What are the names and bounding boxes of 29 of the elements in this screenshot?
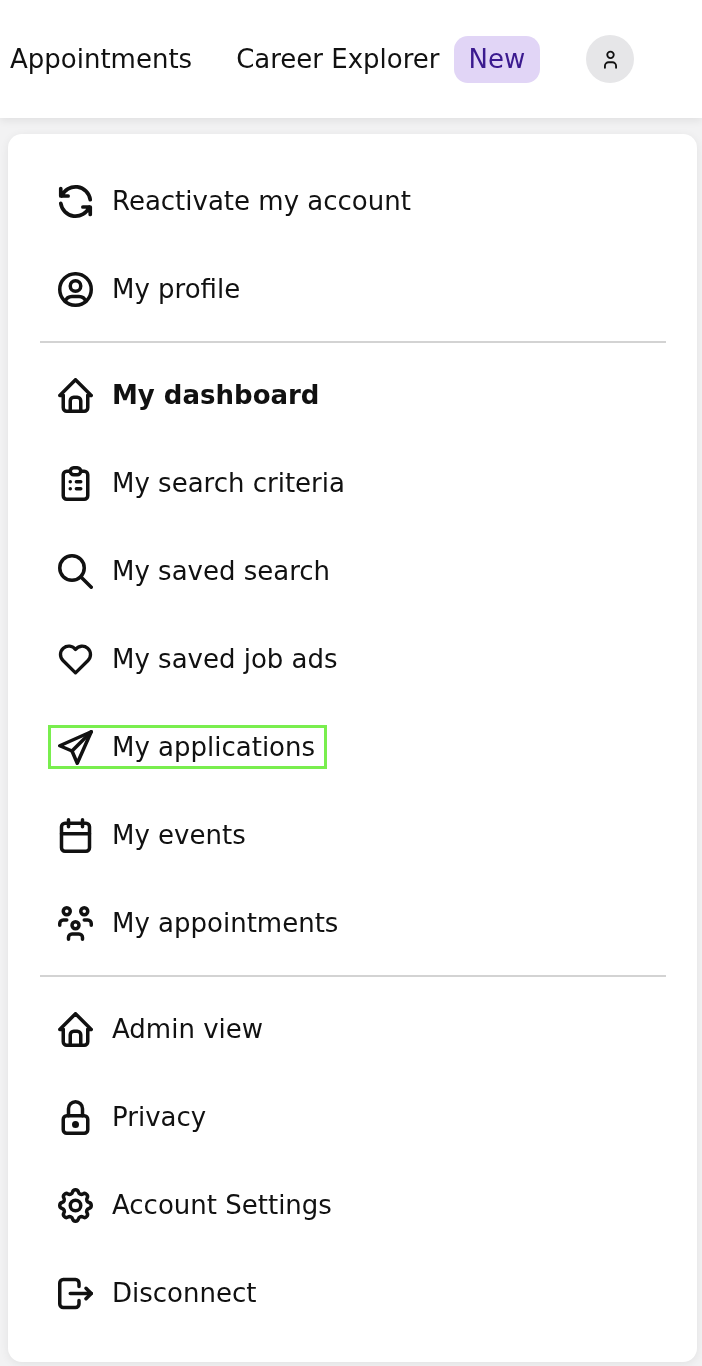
paper-plane-icon	[58, 729, 93, 765]
menu-item[interactable]: My dashboard	[48, 373, 332, 417]
menu-item[interactable]: My search criteria	[48, 461, 357, 505]
menu-item[interactable]: My saved job ads	[48, 637, 350, 681]
heart-icon	[58, 641, 93, 677]
calendar-icon	[58, 817, 93, 853]
refresh-icon	[58, 183, 93, 219]
new-badge: New	[453, 35, 541, 83]
user-circle-icon	[58, 271, 93, 307]
house-icon	[58, 1011, 93, 1047]
nav-link[interactable]: Career Explorer	[236, 44, 440, 74]
menu-item[interactable]: Privacy	[48, 1095, 219, 1139]
logout-icon	[58, 1275, 93, 1311]
menu-item[interactable]: Admin view	[48, 1007, 275, 1051]
menu-item[interactable]: My events	[48, 813, 258, 857]
menu-item[interactable]: Account Settings	[48, 1183, 344, 1227]
settings-icon	[58, 1187, 93, 1223]
menu-item[interactable]: Reactivate my account	[48, 179, 423, 223]
menu-item[interactable]: My appointments	[48, 901, 351, 945]
menu-item[interactable]: Disconnect	[48, 1271, 269, 1315]
menu-item[interactable]: My profile	[48, 267, 253, 311]
person-icon	[603, 49, 617, 69]
menu-item[interactable]: My applications	[48, 725, 328, 769]
search-icon	[58, 553, 93, 589]
nav-link[interactable]: Appointments	[10, 44, 193, 74]
menu-item[interactable]: My saved search	[48, 549, 343, 593]
account-button[interactable]	[586, 35, 635, 83]
house-icon	[58, 377, 93, 413]
people-icon	[58, 905, 93, 941]
